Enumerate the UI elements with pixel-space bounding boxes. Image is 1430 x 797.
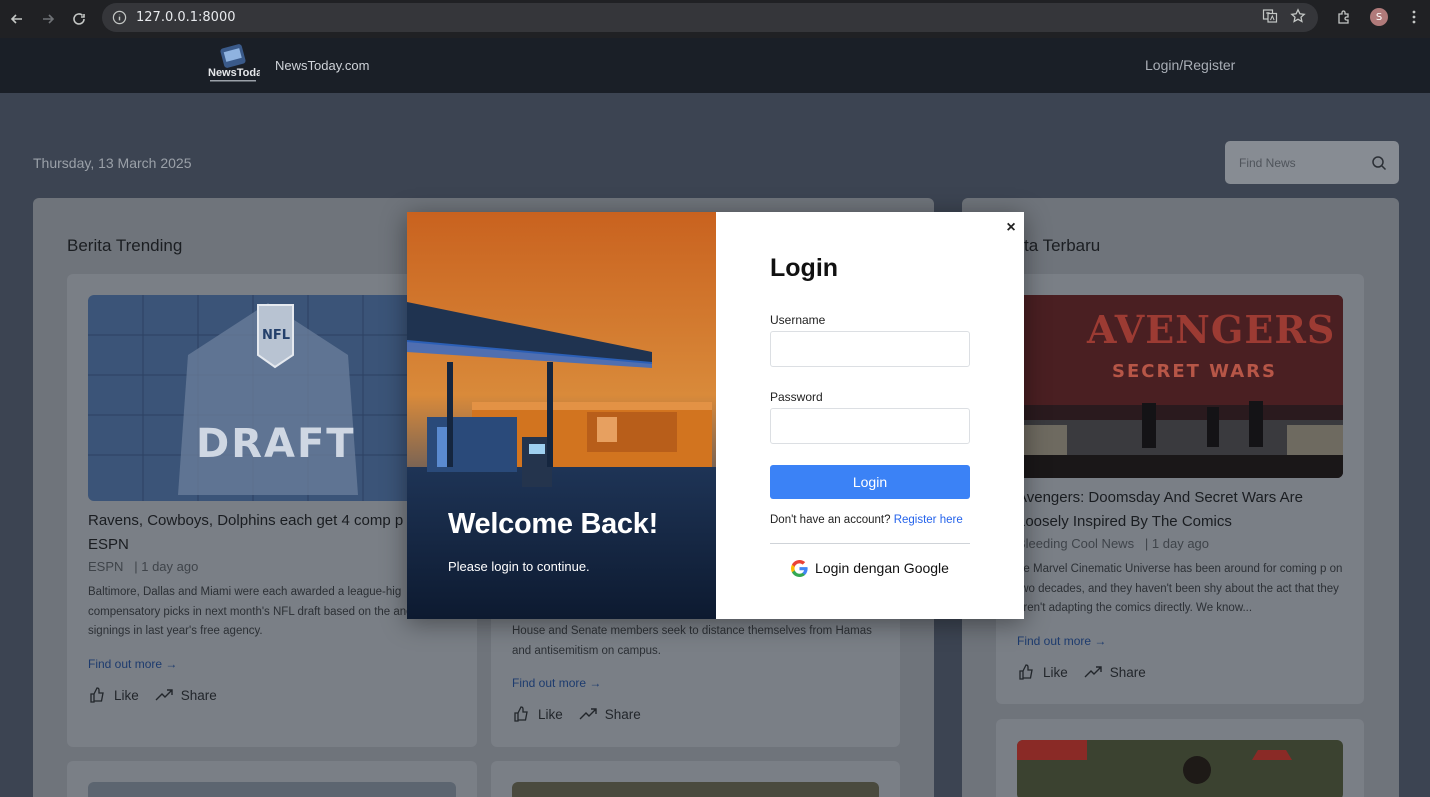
search-icon[interactable] [1371,155,1387,171]
logo-text: NewsToday [208,67,260,79]
profile-avatar[interactable]: S [1370,8,1388,26]
news-image[interactable] [88,782,456,797]
news-description: he Marvel Cinematic Universe has been ar… [1017,563,1343,614]
register-prompt: Don't have an account? Register here [770,514,963,526]
news-time: | 1 day ago [1144,536,1210,551]
current-date: Thursday, 13 March 2025 [33,155,192,171]
like-label: Like [114,687,139,703]
card-actions: Like Share [1017,663,1146,681]
thumbs-up-icon [90,687,104,703]
register-prompt-text: Don't have an account? [770,514,891,526]
share-label: Share [604,706,641,722]
find-out-more-link[interactable]: Find out more → [1017,634,1106,648]
share-label: Share [1109,664,1146,680]
trending-up-icon [155,689,173,701]
login-register-link[interactable]: Login/Register [1145,57,1235,73]
search-box[interactable]: Find News [1225,141,1399,184]
hero-subtitle: Please login to continue. [448,559,590,574]
svg-text:AVENGERS: AVENGERS [1086,307,1335,352]
thumbs-up-icon [514,706,528,722]
browser-toolbar: 127.0.0.1:8000 S [0,0,1430,38]
site-name[interactable]: NewsToday.com [275,58,369,73]
newstoday-logo[interactable]: NewsToday [206,43,260,87]
address-bar[interactable]: 127.0.0.1:8000 [102,3,1318,32]
share-label: Share [180,687,217,703]
news-source: Bleeding Cool News | 1 day ago [1017,536,1209,551]
url-text: 127.0.0.1:8000 [136,10,236,25]
news-description: Baltimore, Dallas and Miami were each aw… [88,586,413,637]
more-menu-icon[interactable] [1406,9,1422,25]
thumbs-up-icon [1019,664,1033,680]
login-button[interactable]: Login [770,465,970,499]
translate-icon[interactable] [1262,8,1278,24]
news-source: ESPN | 1 day ago [88,559,198,574]
close-icon[interactable]: × [1003,220,1019,236]
google-icon [791,559,808,577]
share-button[interactable]: Share [1084,663,1146,681]
share-button[interactable]: Share [579,705,641,723]
divider [770,543,970,544]
news-image[interactable] [512,782,879,797]
trending-up-icon [1084,666,1102,678]
trending-up-icon [579,708,597,720]
latest-title: ta Terbaru [1024,236,1101,255]
news-description: House and Senate members seek to distanc… [512,625,872,657]
trending-title: Berita Trending [67,236,183,255]
news-time: | 1 day ago [134,559,199,574]
bookmark-star-icon[interactable] [1290,8,1306,24]
site-header: NewsToday NewsToday.com Login/Register [0,38,1430,93]
like-button[interactable]: Like [512,705,563,723]
password-label: Password [770,390,823,404]
register-link[interactable]: Register here [894,514,963,526]
card-actions: Like Share [88,686,217,704]
google-login-label: Login dengan Google [815,560,949,576]
svg-text:DRAFT: DRAFT [196,421,356,467]
modal-hero-image: Welcome Back! Please login to continue. [407,212,716,619]
search-placeholder: Find News [1239,156,1296,170]
like-button[interactable]: Like [88,686,139,704]
find-out-more-link[interactable]: Find out more → [512,676,601,690]
username-input[interactable] [770,331,970,367]
news-title[interactable]: Ravens, Cowboys, Dolphins each get 4 com… [88,509,418,557]
news-image[interactable]: AVENGERS SECRET WARS [1017,295,1343,478]
password-input[interactable] [770,408,970,444]
share-button[interactable]: Share [155,686,217,704]
login-title: Login [770,254,839,282]
back-arrow-icon[interactable] [6,8,28,30]
svg-text:NFL: NFL [262,328,290,343]
site-info-icon[interactable] [112,10,127,25]
news-source-name: ESPN [88,559,124,574]
news-image[interactable]: NFL DRAFT [88,295,418,501]
google-login-button[interactable]: Login dengan Google [770,556,970,580]
news-source-name: Bleeding Cool News [1017,536,1135,551]
reload-icon[interactable] [68,8,90,30]
hero-title: Welcome Back! [448,508,658,540]
news-image[interactable] [1017,740,1343,797]
username-label: Username [770,313,826,327]
find-out-more-link[interactable]: Find out more → [88,657,177,671]
like-button[interactable]: Like [1017,663,1068,681]
svg-text:SECRET WARS: SECRET WARS [1112,361,1277,382]
login-modal: Welcome Back! Please login to continue. … [407,212,1024,619]
news-title-line1: Ravens, Cowboys, Dolphins each get 4 com… [88,512,404,529]
like-label: Like [538,706,563,722]
extensions-puzzle-icon[interactable] [1336,9,1352,25]
news-title-line2: ESPN [88,536,129,553]
card-actions: Like Share [512,705,641,723]
news-title[interactable]: Avengers: Doomsday And Secret Wars Are L… [1017,486,1337,534]
forward-arrow-icon[interactable] [37,8,59,30]
like-label: Like [1043,664,1068,680]
